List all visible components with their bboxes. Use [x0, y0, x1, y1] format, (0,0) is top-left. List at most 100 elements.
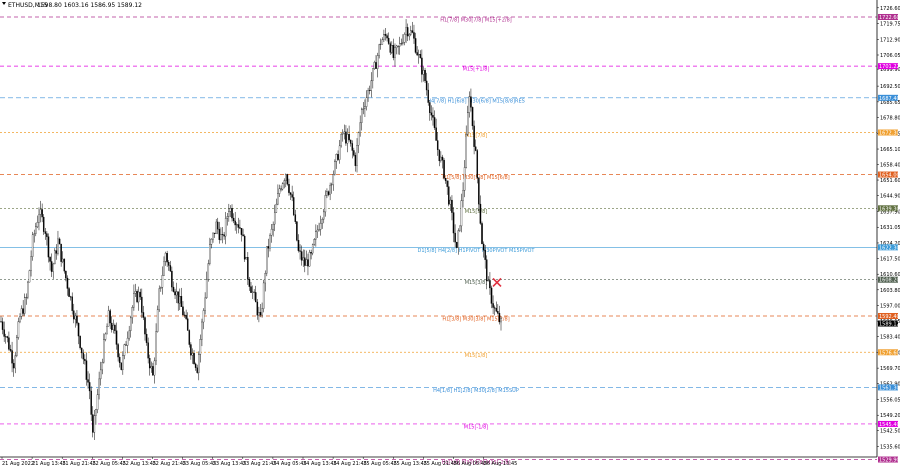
candle	[245, 257, 248, 260]
y-axis-ticks: 1726.601719.751712.901706.051699.901692.…	[877, 6, 900, 450]
x-tick-label: 25 Aug 21:45	[423, 461, 457, 467]
x-tick-label: 25 Aug 05:45	[363, 461, 397, 467]
y-tick-label: 1549.20	[880, 413, 900, 419]
y-tick-label: 1542.50	[880, 429, 900, 435]
svg-text:1545.40: 1545.40	[879, 422, 900, 428]
level-label: H4[7/8] H1[6/8] M30[6/8] M15[8/8]RES	[427, 98, 525, 104]
chart-header: ETHUSD,M15 1598.80 1603.16 1586.95 1589.…	[2, 2, 142, 9]
price-tag: 1561.30	[878, 384, 900, 391]
x-tick-label: 25 Aug 13:45	[393, 461, 427, 467]
candle	[340, 132, 342, 148]
x-tick-label: 23 Aug 05:45	[183, 461, 217, 467]
x-tick-label: 21 Aug 13:45	[32, 461, 66, 467]
x-tick-label: 26 Aug 13:45	[484, 461, 518, 467]
svg-text:1687.40: 1687.40	[879, 96, 900, 102]
candle	[136, 289, 138, 304]
candle	[158, 285, 160, 312]
svg-text:1608.20: 1608.20	[879, 278, 900, 284]
price-tag: 1576.60	[878, 349, 900, 356]
x-tick-label: 21 Aug 21:45	[62, 461, 96, 467]
svg-text:1722.60: 1722.60	[879, 15, 900, 21]
x-tick-label: 23 Aug 21:45	[243, 461, 277, 467]
x-tick-label: 24 Aug 05:45	[273, 461, 307, 467]
candle	[54, 248, 56, 265]
y-tick-label: 1712.90	[880, 37, 900, 43]
x-tick-label: 22 Aug 05:45	[92, 461, 126, 467]
level-label: H4[1/8] H1[2/8] M30[2/8] M15SUP	[433, 388, 519, 394]
y-tick-label: 1692.50	[880, 84, 900, 90]
price-tag: 1622.30	[878, 244, 900, 251]
y-tick-label: 1597.00	[880, 303, 900, 309]
level-label: H1[7/8] M30[7/8] M15[+2/8]	[440, 17, 512, 23]
y-tick-label: 1583.40	[880, 335, 900, 341]
y-tick-label: 1726.60	[880, 6, 900, 12]
price-chart: H1[7/8] M30[7/8] M15[+2/8] M15[+1/8] H4[7/…	[0, 0, 900, 468]
y-tick-label: 1556.05	[880, 397, 900, 403]
candle	[28, 269, 31, 283]
x-tick-label: 24 Aug 13:45	[303, 461, 337, 467]
candle	[286, 173, 289, 186]
level-label: H1[5/8] M30[5/8] M15[6/8]	[442, 175, 509, 181]
ohlc-label: 1598.80 1603.16 1586.95 1589.12	[37, 2, 142, 9]
svg-text:1622.30: 1622.30	[879, 245, 900, 251]
svg-text:1529.90: 1529.90	[879, 458, 900, 464]
candle	[266, 246, 268, 277]
price-tag: 1687.40	[878, 94, 900, 102]
y-tick-label: 1631.05	[880, 225, 900, 231]
svg-text:1561.30: 1561.30	[879, 385, 900, 391]
y-tick-label: 1678.80	[880, 116, 900, 122]
y-tick-label: 1665.10	[880, 147, 900, 153]
candle	[334, 159, 336, 176]
price-tag: 1639.30	[878, 205, 900, 212]
candle	[68, 286, 70, 297]
candle	[27, 280, 29, 300]
svg-text:1639.30: 1639.30	[879, 206, 900, 212]
price-tag: 1529.90	[878, 456, 900, 464]
candle	[296, 221, 298, 242]
candle	[79, 335, 81, 350]
price-tag: 1701.22	[878, 63, 900, 70]
candle	[308, 249, 311, 267]
candle	[156, 305, 159, 333]
candle	[120, 362, 123, 371]
x-tick-label: 26 Aug 05:45	[454, 461, 488, 467]
y-tick-label: 1603.80	[880, 288, 900, 294]
price-tag: 1589.12	[878, 320, 900, 328]
candle	[455, 241, 458, 249]
y-tick-label: 1719.75	[880, 22, 900, 28]
price-tag: 1722.60	[878, 13, 900, 21]
level-label: M15[+1/8]	[463, 67, 490, 73]
candle	[16, 334, 18, 358]
x-tick-label: 23 Aug 13:45	[213, 461, 247, 467]
x-tick-label: 22 Aug 21:45	[153, 461, 187, 467]
svg-text:1701.22: 1701.22	[879, 64, 900, 70]
candle	[443, 158, 445, 180]
y-tick-label: 1617.50	[880, 256, 900, 262]
candle	[262, 279, 265, 313]
candle	[424, 68, 426, 84]
level-label: D1[5/8] H4[2/8] H1PIVOT M30PIVOT M15PIVO…	[418, 248, 536, 254]
candle	[243, 234, 246, 262]
candle	[31, 231, 34, 261]
candle	[313, 238, 316, 246]
x-tick-label: 21 Aug 2022	[2, 461, 34, 467]
y-tick-label: 1651.60	[880, 178, 900, 184]
x-tick-label: 22 Aug 13:45	[122, 461, 156, 467]
y-tick-label: 1535.60	[880, 444, 900, 450]
svg-text:1592.40: 1592.40	[879, 314, 900, 320]
candle	[481, 221, 483, 245]
y-tick-label: 1644.90	[880, 193, 900, 199]
svg-text:1654.00: 1654.00	[879, 173, 900, 179]
price-tag: 1672.30	[878, 129, 900, 137]
price-tag: 1545.40	[878, 420, 900, 428]
level-label: M15[-1/8]	[464, 424, 488, 430]
y-tick-label: 1658.40	[880, 162, 900, 168]
price-tag: 1592.40	[878, 312, 900, 320]
price-tag: 1654.00	[878, 171, 900, 179]
svg-text:1589.12: 1589.12	[879, 322, 900, 328]
svg-text:1576.60: 1576.60	[879, 350, 900, 356]
y-tick-label: 1706.05	[880, 53, 900, 59]
x-tick-label: 24 Aug 21:45	[333, 461, 367, 467]
svg-text:1672.30: 1672.30	[879, 131, 900, 137]
price-tag: 1608.20	[878, 276, 900, 284]
